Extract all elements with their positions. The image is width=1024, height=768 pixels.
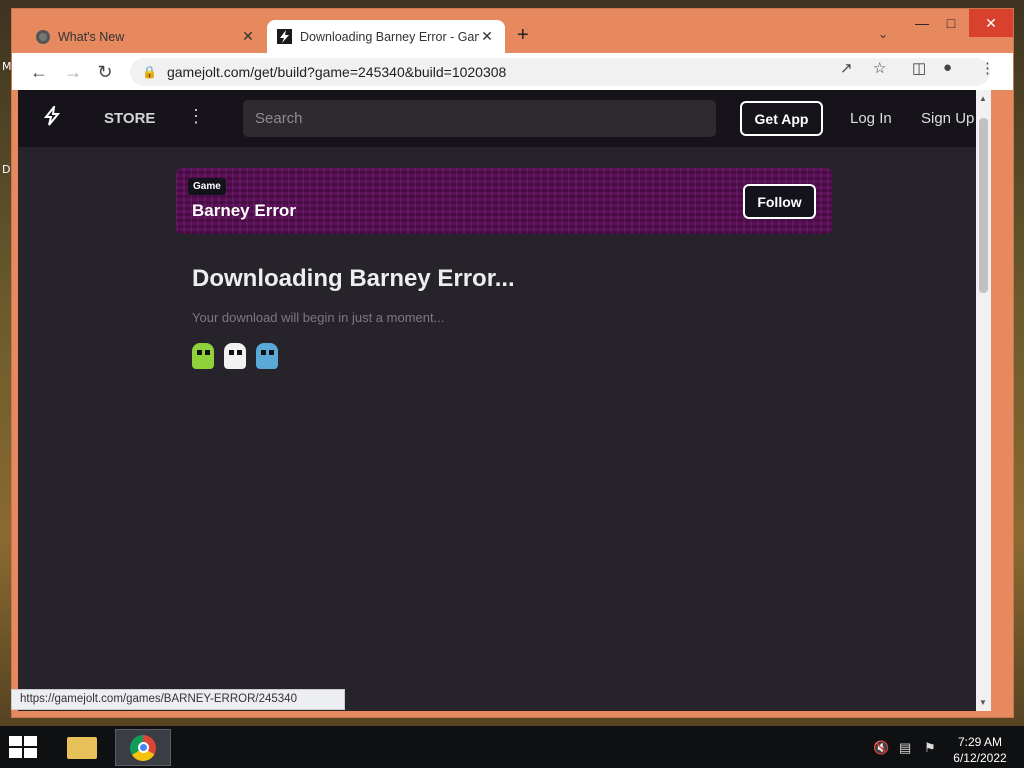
- file-explorer-icon[interactable]: [54, 729, 110, 766]
- clock-date: 6/12/2022: [953, 751, 1007, 765]
- scroll-up-arrow-icon[interactable]: ▲: [979, 94, 987, 103]
- store-link[interactable]: STORE: [104, 110, 155, 127]
- gamejolt-logo-icon[interactable]: [42, 103, 62, 132]
- address-url: gamejolt.com/get/build?game=245340&build…: [166, 64, 507, 80]
- side-panel-icon[interactable]: ◫: [912, 59, 926, 77]
- link-status-bar: https://gamejolt.com/games/BARNEY-ERROR/…: [11, 689, 345, 710]
- search-input[interactable]: [243, 100, 716, 137]
- system-clock[interactable]: 7:29 AM 6/12/2022: [948, 734, 1012, 766]
- close-window-icon[interactable]: ✕: [969, 9, 1013, 37]
- loading-sprites: [192, 343, 278, 369]
- lock-icon: 🔒: [142, 65, 157, 79]
- profile-avatar-icon[interactable]: ●: [943, 59, 952, 76]
- tab-strip: What's New ✕ Downloading Barney Error - …: [12, 9, 1013, 53]
- chrome-taskbar-icon[interactable]: [115, 729, 171, 766]
- new-tab-button[interactable]: +: [517, 24, 529, 47]
- scrollbar-thumb[interactable]: [979, 118, 988, 293]
- page-viewport: STORE ⋮ Get App Log In Sign Up Game Barn…: [18, 90, 991, 711]
- page-scrollbar[interactable]: ▲ ▼: [976, 90, 991, 711]
- clock-time: 7:29 AM: [957, 735, 1003, 749]
- browser-window: What's New ✕ Downloading Barney Error - …: [11, 8, 1014, 718]
- chrome-menu-icon[interactable]: ⋮: [980, 59, 995, 77]
- game-tag-badge: Game: [188, 178, 226, 195]
- share-icon[interactable]: ↗: [840, 59, 853, 77]
- blue-creature-icon: [256, 343, 278, 369]
- tab-downloading-barney-error[interactable]: Downloading Barney Error - Game Jolt ✕: [267, 20, 505, 53]
- white-creature-icon: [224, 343, 246, 369]
- forward-arrow-icon[interactable]: →: [60, 59, 86, 85]
- tab-search-chevron-icon[interactable]: ⌄: [878, 27, 888, 41]
- get-app-button[interactable]: Get App: [740, 101, 823, 136]
- action-center-flag-icon[interactable]: ⚑: [924, 740, 936, 756]
- gamejolt-favicon-icon: [277, 29, 292, 44]
- tab-whats-new[interactable]: What's New ✕: [26, 20, 266, 53]
- scroll-down-arrow-icon[interactable]: ▼: [979, 698, 987, 707]
- reload-icon[interactable]: ↻: [92, 59, 118, 85]
- bookmark-star-icon[interactable]: ☆: [873, 59, 886, 77]
- volume-muted-icon[interactable]: 🔇: [873, 740, 889, 756]
- download-title: Downloading Barney Error...: [192, 265, 515, 292]
- taskbar: 🔇 ▤ ⚑ 7:29 AM 6/12/2022: [0, 726, 1024, 768]
- close-tab-icon[interactable]: ✕: [479, 28, 495, 45]
- site-header: STORE ⋮ Get App Log In Sign Up: [18, 90, 991, 147]
- green-creature-icon: [192, 343, 214, 369]
- windows-start-icon[interactable]: [9, 736, 39, 760]
- game-banner[interactable]: Game Barney Error Follow: [176, 168, 832, 234]
- follow-button[interactable]: Follow: [743, 184, 816, 219]
- network-icon[interactable]: ▤: [899, 740, 911, 756]
- close-tab-icon[interactable]: ✕: [240, 28, 256, 45]
- download-subtitle: Your download will begin in just a momen…: [192, 310, 445, 325]
- sign-up-link[interactable]: Sign Up: [921, 110, 974, 127]
- tab-title: Downloading Barney Error - Game Jolt: [300, 29, 479, 44]
- more-menu-icon[interactable]: ⋮: [187, 106, 205, 127]
- browser-toolbar: ← → ↻ 🔒 gamejolt.com/get/build?game=2453…: [12, 53, 1013, 90]
- tab-title: What's New: [58, 29, 125, 44]
- back-arrow-icon[interactable]: ←: [26, 59, 52, 85]
- chrome-icon: [36, 29, 50, 44]
- maximize-icon[interactable]: □: [934, 9, 968, 37]
- log-in-link[interactable]: Log In: [850, 110, 892, 127]
- desktop-label-d: D: [2, 163, 11, 176]
- address-bar[interactable]: 🔒 gamejolt.com/get/build?game=245340&bui…: [130, 58, 990, 86]
- game-name[interactable]: Barney Error: [192, 201, 296, 221]
